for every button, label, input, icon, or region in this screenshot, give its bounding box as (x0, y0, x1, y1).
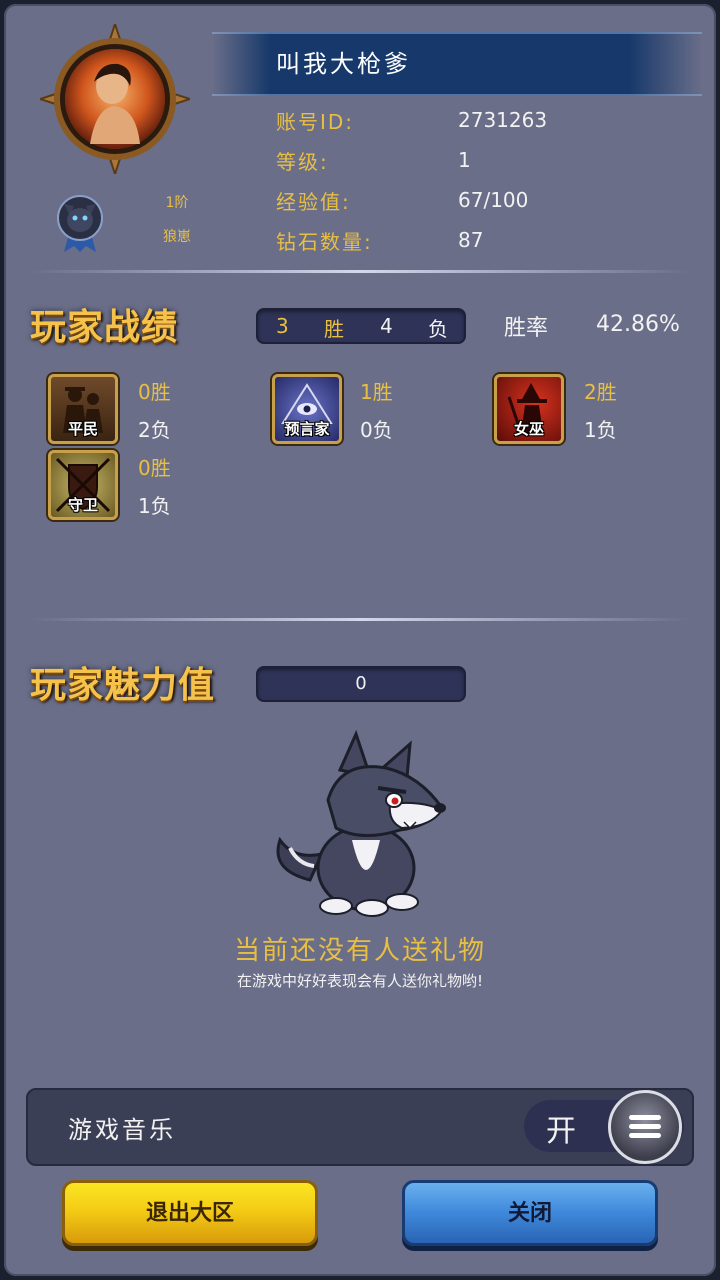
charm-value: 0 (355, 673, 367, 694)
exp-label: 经验值: (276, 190, 351, 214)
level-label: 等级: (276, 150, 329, 174)
role-villager-label: 平民 (67, 420, 98, 438)
exp-value: 67/100 (458, 188, 529, 212)
avatar[interactable] (40, 24, 190, 174)
role-seer-wins: 1胜 (360, 380, 393, 404)
role-guard-losses: 1负 (138, 494, 171, 518)
record-title: 玩家战绩 (30, 307, 179, 348)
role-guard-wins: 0胜 (138, 456, 171, 480)
diamond-value: 87 (458, 228, 484, 252)
close-button[interactable]: 关闭 (402, 1180, 658, 1246)
charm-title: 玩家魅力值 (30, 665, 216, 706)
wins-count: 3 (276, 314, 289, 338)
diamond-label: 钻石数量: (276, 230, 373, 254)
wins-label: 胜 (324, 317, 344, 341)
win-rate-label: 胜率 (504, 316, 549, 341)
role-witch-label: 女巫 (513, 420, 544, 438)
role-witch-wins: 2胜 (584, 380, 617, 404)
role-villager-wins: 0胜 (138, 380, 171, 404)
level-value: 1 (458, 148, 471, 172)
losses-label: 负 (428, 317, 448, 341)
role-witch-icon[interactable]: 女巫 (494, 374, 564, 444)
role-witch-losses: 1负 (584, 418, 617, 442)
role-guard-label: 守卫 (67, 496, 98, 514)
charm-value-box: 0 (256, 666, 466, 702)
music-toggle-state: 开 (546, 1114, 576, 1149)
account-id-value: 2731263 (458, 108, 548, 132)
empty-gift-subtitle: 在游戏中好好表现会有人送你礼物哟! (236, 972, 483, 990)
account-id-label: 账号ID: (276, 110, 355, 134)
role-seer-icon[interactable]: 预言家 (272, 374, 342, 444)
music-label: 游戏音乐 (68, 1116, 176, 1144)
divider (30, 270, 690, 273)
losses-count: 4 (380, 314, 393, 338)
divider (30, 618, 690, 621)
wolf-rank-badge-icon (57, 195, 103, 252)
music-toggle-knob[interactable] (608, 1090, 682, 1164)
role-guard-icon[interactable]: 守卫 (48, 450, 118, 520)
role-villager-icon[interactable]: 平民 (48, 374, 118, 444)
rank-tier: 1阶 (165, 195, 189, 211)
menu-lines-icon (629, 1115, 661, 1138)
player-nickname: 叫我大枪爹 (276, 50, 411, 78)
wolf-mascot-icon (276, 730, 446, 917)
rank-name: 狼崽 (163, 229, 191, 245)
role-seer-losses: 0负 (360, 418, 393, 442)
exit-zone-button[interactable]: 退出大区 (62, 1180, 318, 1246)
win-rate-value: 42.86% (596, 312, 680, 337)
win-loss-summary: 3 胜 4 负 (256, 308, 466, 344)
role-seer-label: 预言家 (284, 420, 330, 438)
role-villager-losses: 2负 (138, 418, 171, 442)
empty-gift-title: 当前还没有人送礼物 (233, 936, 486, 966)
profile-panel (4, 4, 716, 1276)
